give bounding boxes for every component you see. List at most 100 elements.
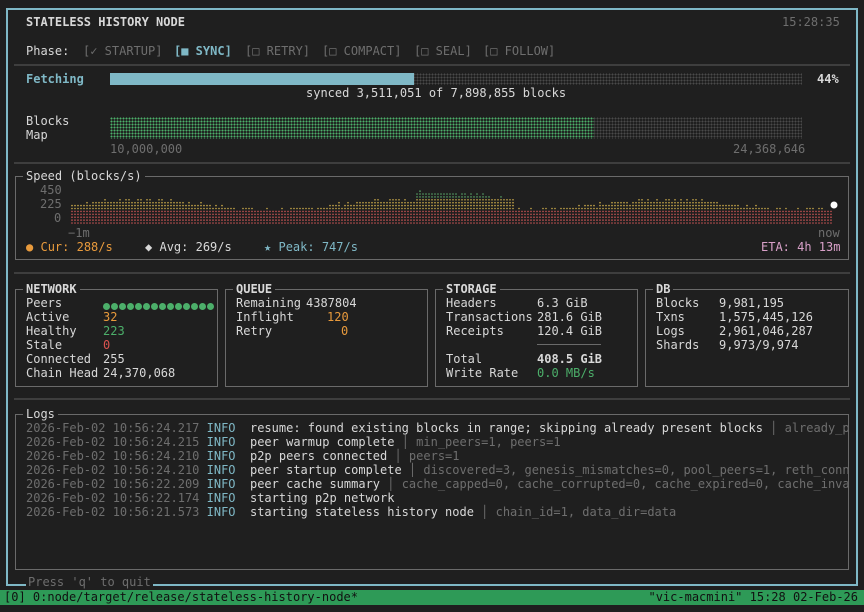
log-level: INFO	[199, 491, 250, 505]
storage-sum-rule	[537, 344, 601, 345]
phase-seal: [□ SEAL]	[414, 44, 472, 58]
log-fields: │ cache_capped=0, cache_corrupted=0, cac…	[380, 477, 848, 491]
db-logs-value: 2,961,046,287	[719, 324, 813, 338]
queue-inflight-key: Inflight	[236, 310, 294, 324]
db-title: DB	[653, 282, 674, 296]
speed-x-end: now	[818, 226, 840, 240]
tmux-status-bar: [0] 0:node/target/release/stateless-hist…	[0, 590, 864, 605]
storage-rate-key: Write Rate	[446, 366, 519, 380]
storage-total-key: Total	[446, 352, 483, 366]
log-message: peer startup complete	[249, 463, 402, 477]
log-row: 2026-Feb-02 10:56:24.217 INFO resume: fo…	[26, 421, 848, 435]
peak-marker-icon: ★	[264, 240, 272, 254]
log-row: 2026-Feb-02 10:56:24.215 INFO peer warmu…	[26, 435, 561, 449]
peer-dot	[151, 303, 158, 310]
queue-retry-value: 0	[341, 324, 349, 338]
log-message: peer warmup complete	[249, 435, 395, 449]
peer-dot	[191, 303, 198, 310]
logs-title: Logs	[23, 407, 58, 421]
avg-marker-icon: ◆	[145, 240, 153, 254]
blocks-map-grid	[110, 117, 802, 139]
storage-transactions-key: Transactions	[446, 310, 533, 324]
speed-current-label: Cur: 288/s	[40, 240, 113, 254]
log-time: 2026-Feb-02 10:56:22.209	[26, 477, 200, 491]
network-active-key: Active	[26, 310, 70, 324]
peer-dot	[127, 303, 134, 310]
peer-dot	[103, 303, 110, 310]
network-chainhead-key: Chain Head	[26, 366, 99, 380]
db-txns-value: 1,575,445,126	[719, 310, 813, 324]
progress-track	[110, 73, 802, 85]
log-message: starting stateless history node	[249, 505, 474, 519]
db-shards-key: Shards	[656, 338, 700, 352]
log-level: INFO	[199, 449, 250, 463]
log-level: INFO	[199, 421, 250, 435]
log-message: starting p2p network	[249, 491, 395, 505]
speed-current: ● Cur: 288/s	[26, 240, 113, 254]
log-time: 2026-Feb-02 10:56:24.210	[26, 449, 200, 463]
speed-chart	[71, 190, 838, 224]
log-message: resume: found existing blocks in range; …	[249, 421, 763, 435]
log-time: 2026-Feb-02 10:56:24.210	[26, 463, 200, 477]
phase-compact: [□ COMPACT]	[322, 44, 402, 58]
db-txns-key: Txns	[656, 310, 685, 324]
peer-dot	[159, 303, 166, 310]
storage-headers-value: 6.3 GiB	[537, 296, 588, 310]
speed-peak: ★ Peak: 747/s	[264, 240, 358, 254]
log-time: 2026-Feb-02 10:56:22.174	[26, 491, 200, 505]
progress-synced-text: synced 3,511,051 of 7,898,855 blocks	[306, 86, 567, 100]
storage-rate-value: 0.0 MB/s	[537, 366, 595, 380]
queue-remaining-value: 4387804	[306, 296, 357, 310]
log-level: INFO	[199, 463, 250, 477]
blocks-map-label-2: Map	[26, 128, 48, 142]
storage-transactions-value: 281.6 GiB	[537, 310, 603, 324]
storage-receipts-value: 120.4 GiB	[537, 324, 603, 338]
db-blocks-key: Blocks	[656, 296, 700, 310]
db-shards-value: 9,973/9,974	[719, 338, 799, 352]
log-row: 2026-Feb-02 10:56:21.573 INFO starting s…	[26, 505, 676, 519]
blocks-map-label: Blocks	[26, 114, 70, 128]
log-level: INFO	[199, 435, 250, 449]
queue-inflight-value: 120	[327, 310, 349, 324]
divider	[14, 272, 850, 274]
clock: 15:28:35	[782, 15, 840, 29]
peer-dot	[167, 303, 174, 310]
quit-hint: Press 'q' to quit	[26, 575, 153, 589]
phase-sync: [■ SYNC]	[174, 44, 232, 58]
phase-label: Phase:	[26, 44, 70, 58]
storage-total-value: 408.5 GiB	[537, 352, 603, 366]
peer-dot	[111, 303, 118, 310]
log-fields: │ chain_id=1, data_dir=data	[473, 505, 677, 519]
app-title: STATELESS HISTORY NODE	[26, 15, 185, 29]
phase-follow: [□ FOLLOW]	[483, 44, 556, 58]
log-row: 2026-Feb-02 10:56:24.210 INFO p2p peers …	[26, 449, 460, 463]
storage-receipts-key: Receipts	[446, 324, 504, 338]
blocks-map-end: 24,368,646	[733, 142, 806, 156]
log-row: 2026-Feb-02 10:56:24.210 INFO peer start…	[26, 463, 848, 477]
speed-tick-0: 0	[54, 211, 62, 225]
tmux-host-clock: "vic-macmini" 15:28 02-Feb-26	[648, 590, 858, 604]
progress-percent: 44%	[817, 72, 839, 86]
speed-eta: ETA: 4h 13m	[761, 240, 841, 254]
log-message: p2p peers connected	[249, 449, 388, 463]
progress-label: Fetching	[26, 72, 84, 86]
network-title: NETWORK	[23, 282, 80, 296]
peer-dot	[135, 303, 142, 310]
divider	[14, 398, 850, 400]
network-healthy-key: Healthy	[26, 324, 77, 338]
log-fields: │ peers=1	[387, 449, 460, 463]
network-stale-key: Stale	[26, 338, 63, 352]
log-row: 2026-Feb-02 10:56:22.174 INFO starting p…	[26, 491, 394, 505]
log-time: 2026-Feb-02 10:56:21.573	[26, 505, 200, 519]
log-message: peer cache summary	[249, 477, 381, 491]
tmux-window-info[interactable]: [0] 0:node/target/release/stateless-hist…	[4, 590, 358, 604]
speed-tick-450: 450	[40, 183, 62, 197]
storage-headers-key: Headers	[446, 296, 497, 310]
log-time: 2026-Feb-02 10:56:24.215	[26, 435, 200, 449]
speed-title: Speed (blocks/s)	[23, 169, 145, 183]
network-peers-key: Peers	[26, 296, 63, 310]
peer-dot	[207, 303, 214, 310]
network-connected-key: Connected	[26, 352, 92, 366]
peer-dot	[199, 303, 206, 310]
queue-remaining-key: Remaining	[236, 296, 302, 310]
